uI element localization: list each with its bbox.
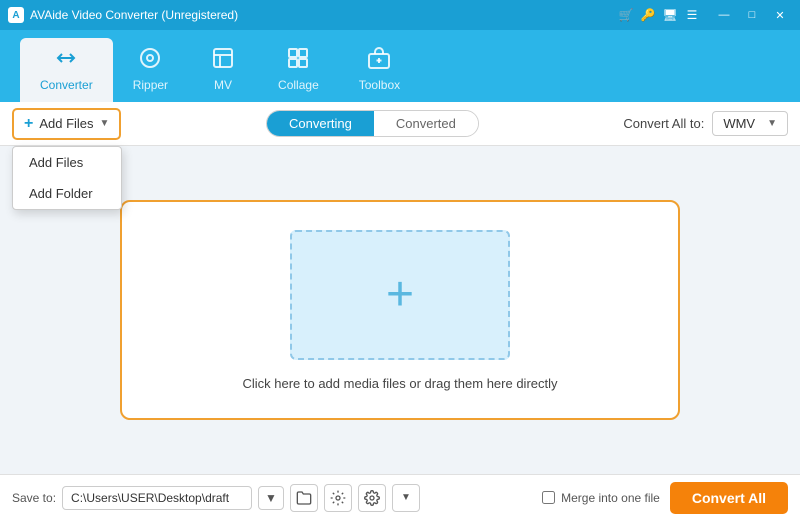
- menu-icon[interactable]: ☰: [682, 5, 702, 25]
- minimize-button[interactable]: —: [712, 6, 736, 24]
- preferences-icon[interactable]: [358, 484, 386, 512]
- add-media-icon: +: [386, 271, 414, 319]
- tab-converting[interactable]: Converting: [267, 111, 374, 136]
- add-folder-item[interactable]: Add Folder: [13, 178, 121, 209]
- nav-tab-mv[interactable]: MV: [188, 38, 258, 102]
- converter-icon: [54, 46, 78, 74]
- folder-open-icon[interactable]: [290, 484, 318, 512]
- nav-tab-ripper-label: Ripper: [133, 78, 168, 92]
- nav-tab-converter[interactable]: Converter: [20, 38, 113, 102]
- footer-left: Save to: ▼ ▼: [12, 484, 420, 512]
- nav-tab-mv-label: MV: [214, 78, 232, 92]
- mv-icon: [211, 46, 235, 74]
- nav-tab-ripper[interactable]: Ripper: [113, 38, 188, 102]
- merge-checkbox-input[interactable]: [542, 491, 555, 504]
- toolbox-icon: [367, 46, 391, 74]
- merge-checkbox-label[interactable]: Merge into one file: [542, 491, 660, 505]
- close-button[interactable]: ✕: [768, 6, 792, 24]
- add-files-dropdown: Add Files Add Folder: [12, 146, 122, 210]
- nav-tab-collage[interactable]: Collage: [258, 38, 339, 102]
- nav-tab-collage-label: Collage: [278, 78, 319, 92]
- monitor-icon[interactable]: 🖥: [660, 5, 680, 25]
- nav-tab-toolbox-label: Toolbox: [359, 78, 400, 92]
- add-files-button[interactable]: + Add Files ▼: [12, 108, 121, 140]
- maximize-button[interactable]: □: [740, 6, 764, 24]
- nav-tab-converter-label: Converter: [40, 78, 93, 92]
- drop-hint-text: Click here to add media files or drag th…: [242, 376, 557, 391]
- convert-all-group: Convert All to: WMV ▼: [623, 111, 788, 136]
- collage-icon: [286, 46, 310, 74]
- title-bar: A AVAide Video Converter (Unregistered) …: [0, 0, 800, 30]
- format-dropdown-arrow: ▼: [767, 118, 777, 129]
- save-path-input[interactable]: [62, 486, 252, 510]
- app-title: AVAide Video Converter (Unregistered): [30, 8, 238, 22]
- merge-label-text: Merge into one file: [561, 491, 660, 505]
- convert-all-to-label: Convert All to:: [623, 116, 704, 131]
- convert-all-button[interactable]: Convert All: [670, 482, 788, 514]
- window-controls: — □ ✕: [712, 6, 792, 24]
- key-icon[interactable]: 🔑: [638, 5, 658, 25]
- toolbar-left: + Add Files ▼ Add Files Add Folder: [12, 108, 121, 140]
- title-bar-left: A AVAide Video Converter (Unregistered): [8, 7, 238, 23]
- dropdown-options-button[interactable]: ▼: [392, 484, 420, 512]
- toolbar: + Add Files ▼ Add Files Add Folder Conve…: [0, 102, 800, 146]
- format-value: WMV: [723, 116, 755, 131]
- tab-converted[interactable]: Converted: [374, 111, 478, 136]
- drop-zone-inner[interactable]: +: [290, 230, 510, 360]
- nav-tab-toolbox[interactable]: Toolbox: [339, 38, 420, 102]
- footer-icons: ▼: [290, 484, 420, 512]
- plus-icon: +: [24, 115, 33, 133]
- add-files-item[interactable]: Add Files: [13, 147, 121, 178]
- dropdown-arrow-icon: ▼: [100, 118, 110, 129]
- footer: Save to: ▼ ▼: [0, 474, 800, 520]
- nav-bar: Converter Ripper MV Collag: [0, 30, 800, 102]
- title-right-icons: 🛒 🔑 🖥 ☰: [616, 5, 702, 25]
- ripper-icon: [138, 46, 162, 74]
- app-logo: A: [8, 7, 24, 23]
- format-select[interactable]: WMV ▼: [712, 111, 788, 136]
- cart-icon[interactable]: 🛒: [616, 5, 636, 25]
- drop-zone-outer[interactable]: + Click here to add media files or drag …: [120, 200, 680, 420]
- settings-icon[interactable]: [324, 484, 352, 512]
- converting-tabs: Converting Converted: [266, 110, 479, 137]
- footer-right: Merge into one file Convert All: [542, 482, 788, 514]
- add-files-label: Add Files: [39, 116, 93, 131]
- path-dropdown-button[interactable]: ▼: [258, 486, 284, 510]
- save-to-label: Save to:: [12, 491, 56, 505]
